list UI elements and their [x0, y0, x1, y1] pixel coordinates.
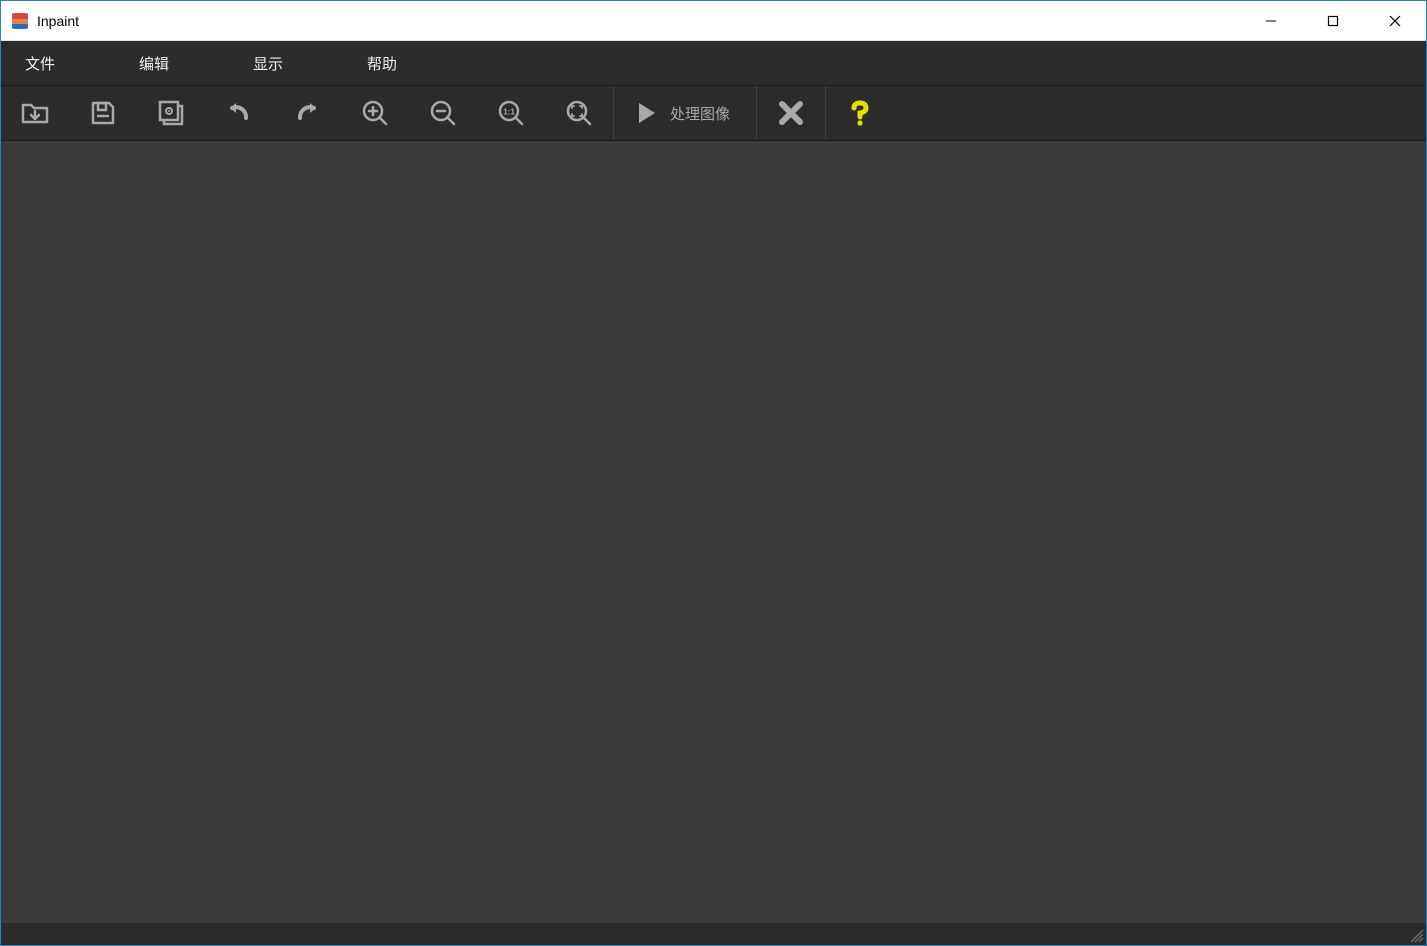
- app-title: Inpaint: [37, 13, 79, 29]
- close-button[interactable]: [1364, 1, 1426, 40]
- cancel-icon: [777, 99, 805, 127]
- maximize-button[interactable]: [1302, 1, 1364, 40]
- app-icon: [11, 12, 29, 30]
- zoom-in-icon: [360, 98, 390, 128]
- menu-edit[interactable]: 编辑: [123, 47, 185, 80]
- batch-icon: [156, 98, 186, 128]
- statusbar: [1, 923, 1426, 945]
- process-image-button[interactable]: 处理图像: [614, 86, 756, 140]
- folder-open-icon: [20, 98, 50, 128]
- resize-grip[interactable]: [1408, 927, 1424, 943]
- menu-help[interactable]: 帮助: [351, 47, 413, 80]
- menu-file[interactable]: 文件: [9, 47, 71, 80]
- batch-button[interactable]: [137, 86, 205, 140]
- toolbar: 1:1 处理图像: [1, 85, 1426, 141]
- save-icon: [88, 98, 118, 128]
- open-button[interactable]: [1, 86, 69, 140]
- redo-button[interactable]: [273, 86, 341, 140]
- zoom-in-button[interactable]: [341, 86, 409, 140]
- undo-icon: [224, 98, 254, 128]
- menubar: 文件 编辑 显示 帮助: [1, 41, 1426, 85]
- save-button[interactable]: [69, 86, 137, 140]
- canvas-area[interactable]: [1, 141, 1426, 923]
- undo-button[interactable]: [205, 86, 273, 140]
- redo-icon: [292, 98, 322, 128]
- help-icon: [846, 99, 874, 127]
- titlebar: Inpaint: [1, 1, 1426, 41]
- play-icon: [632, 99, 660, 127]
- svg-text:1:1: 1:1: [503, 108, 515, 117]
- zoom-fit-button[interactable]: [545, 86, 613, 140]
- window-controls: [1240, 1, 1426, 40]
- zoom-1to1-icon: 1:1: [496, 98, 526, 128]
- minimize-button[interactable]: [1240, 1, 1302, 40]
- help-button[interactable]: [826, 86, 894, 140]
- process-label: 处理图像: [670, 103, 730, 124]
- cancel-button[interactable]: [757, 86, 825, 140]
- zoom-actual-button[interactable]: 1:1: [477, 86, 545, 140]
- menu-view[interactable]: 显示: [237, 47, 299, 80]
- zoom-fit-icon: [564, 98, 594, 128]
- zoom-out-button[interactable]: [409, 86, 477, 140]
- zoom-out-icon: [428, 98, 458, 128]
